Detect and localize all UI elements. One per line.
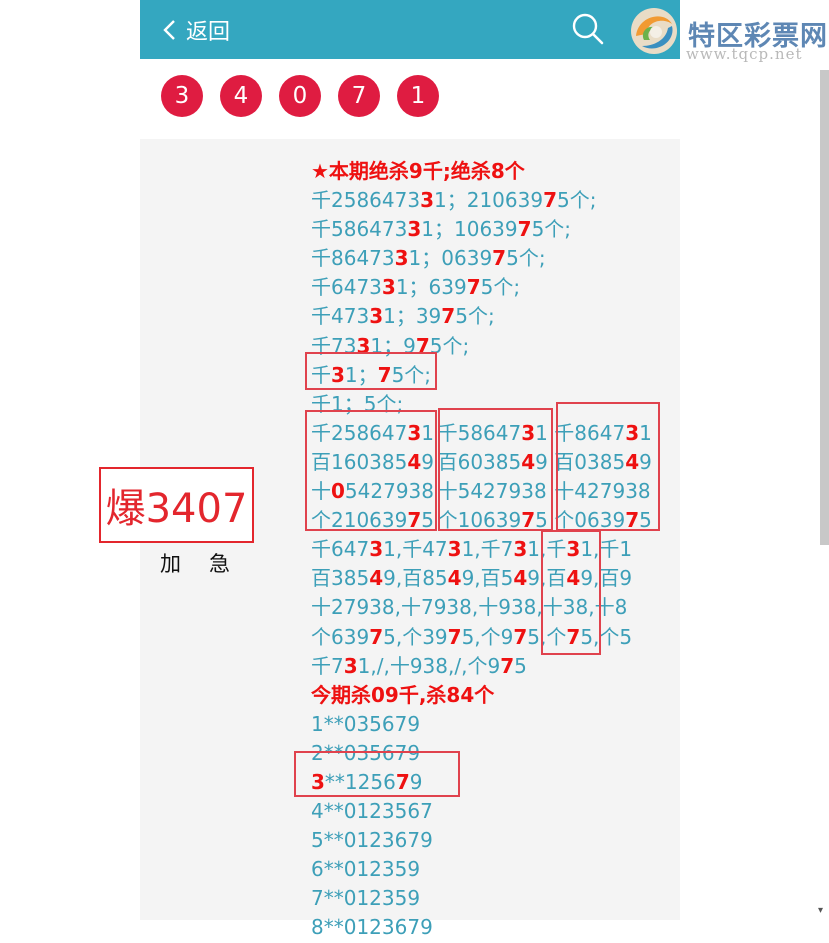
text-segment: 1,千7 (461, 537, 514, 562)
text-segment: 9,百5 (461, 566, 514, 591)
highlight-digit: 3 (394, 246, 409, 271)
top-bar: 返回 (140, 0, 680, 59)
text-segment: 5 (514, 653, 527, 678)
highlight-box (556, 402, 660, 531)
post-body: ★本期绝杀9千;绝杀8个 千258647331；21063975个; 千58647… (311, 157, 671, 943)
text-segment: 5个; (480, 275, 521, 300)
highlight-digit: 3 (407, 217, 422, 242)
result-ball: 7 (338, 75, 380, 117)
text-segment: 6**012359 (311, 857, 421, 882)
back-button[interactable]: 返回 (160, 13, 230, 47)
chain-line: 千64731,千4731,千731,千31,千1 (311, 535, 671, 564)
result-ball: 0 (279, 75, 321, 117)
chevron-left-icon (163, 20, 175, 40)
chain-line: 百38549,百8549,百549,百49,百9 (311, 564, 671, 593)
funnel-line: 千8647331；063975个; (311, 244, 671, 273)
highlight-digit: 4 (447, 566, 462, 591)
highlight-digit: 7 (447, 624, 462, 649)
highlight-box (438, 408, 553, 531)
text-segment: 1；10639 (421, 217, 518, 242)
highlight-digit: 3 (343, 653, 358, 678)
text-segment: 5个; (531, 217, 572, 242)
highlight-digit: 7 (500, 653, 515, 678)
combo-line: 8**0123679 (311, 913, 671, 942)
combo-line: 6**012359 (311, 855, 671, 884)
result-ball: 3 (161, 75, 203, 117)
text-segment: 1,千47 (383, 537, 448, 562)
combo-line: 1**035679 (311, 710, 671, 739)
highlight-box (305, 352, 437, 390)
text-segment: 1；210639 (434, 188, 544, 213)
highlight-digit: 7 (492, 246, 507, 271)
highlight-digit: 7 (441, 304, 456, 329)
scroll-down-arrow-icon[interactable]: ▾ (818, 905, 823, 916)
text-segment: 千473 (311, 304, 370, 329)
highlight-digit: 3 (420, 188, 434, 213)
text-segment: 8**0123679 (311, 915, 433, 940)
ad-badge-title: 爆3407 (105, 486, 248, 532)
text-segment: 百385 (311, 566, 370, 591)
highlight-box (305, 410, 437, 531)
text-segment: 千86473 (311, 246, 395, 271)
highlight-digit: 3 (369, 304, 384, 329)
text-segment: 1**035679 (311, 711, 421, 736)
text-segment: 1,/,十938,/,个9 (357, 653, 501, 678)
highlight-digit: 7 (543, 188, 557, 213)
highlight-digit: 7 (513, 624, 528, 649)
funnel-line: 千47331；3975个; (311, 302, 671, 331)
ad-badge[interactable]: 爆3407 (99, 467, 254, 543)
funnel-line: 千258647331；21063975个; (311, 186, 671, 215)
text-segment: 9,百85 (383, 566, 448, 591)
combo-lines: 1**035679 2**035679 3**125679 4**0123567 5**… (311, 710, 671, 943)
text-segment: 千7 (311, 653, 344, 678)
text-segment: 5**0123679 (311, 828, 433, 853)
text-segment: 1；639 (395, 275, 467, 300)
text-segment: 千6473 (311, 275, 382, 300)
highlight-digit: 3 (369, 537, 384, 562)
chain-line: 千731,/,十938,/,个975 (311, 652, 671, 681)
highlight-digit: 3 (447, 537, 462, 562)
text-segment: 5,个9 (461, 624, 514, 649)
text-segment: 1；0639 (408, 246, 493, 271)
chain-line: 个63975,个3975,个975,个75,个5 (311, 623, 671, 652)
text-segment: 千586473 (311, 217, 408, 242)
funnel-line: 千647331；63975个; (311, 273, 671, 302)
highlight-digit: 7 (517, 217, 532, 242)
combo-line: 5**0123679 (311, 826, 671, 855)
text-segment: 5个; (506, 246, 546, 271)
highlight-digit: 3 (513, 537, 528, 562)
highlight-digit: 7 (369, 624, 384, 649)
brand-url: www.tqcp.net (686, 45, 803, 63)
funnel-line: 千58647331；1063975个; (311, 215, 671, 244)
result-ball: 4 (220, 75, 262, 117)
text-segment: 千2586473 (311, 188, 421, 213)
text-segment: 5个; (455, 304, 495, 329)
text-segment: 7**012359 (311, 886, 421, 911)
highlight-digit: 3 (381, 275, 396, 300)
combo-line: 4**0123567 (311, 797, 671, 826)
post-subtitle: 今期杀09千,杀84个 (311, 682, 495, 707)
highlight-digit: 4 (369, 566, 384, 591)
ad-badge-subtitle: 加急 (160, 552, 258, 576)
text-segment: 5,个39 (383, 624, 448, 649)
result-ball: 1 (397, 75, 439, 117)
highlight-box (541, 530, 601, 655)
text-segment: 千647 (311, 537, 370, 562)
post-title: ★本期绝杀9千;绝杀8个 (311, 159, 525, 183)
highlight-digit: 7 (466, 275, 481, 300)
text-segment: 1；39 (383, 304, 442, 329)
text-segment: 5个; (557, 188, 597, 213)
highlight-box (294, 751, 460, 797)
highlight-digit: 4 (513, 566, 528, 591)
search-icon[interactable] (570, 11, 606, 47)
chain-line: 十27938,十7938,十938,十38,十8 (311, 593, 671, 622)
scrollbar[interactable] (820, 70, 829, 545)
combo-line: 7**012359 (311, 884, 671, 913)
brand-logo-icon (631, 8, 677, 54)
text-segment: 4**0123567 (311, 799, 433, 824)
back-label: 返回 (186, 20, 231, 45)
text-segment: 个639 (311, 624, 370, 649)
result-balls: 34071 (161, 75, 456, 117)
chain-lines: 千64731,千4731,千731,千31,千1 百38549,百8549,百54… (311, 535, 671, 680)
